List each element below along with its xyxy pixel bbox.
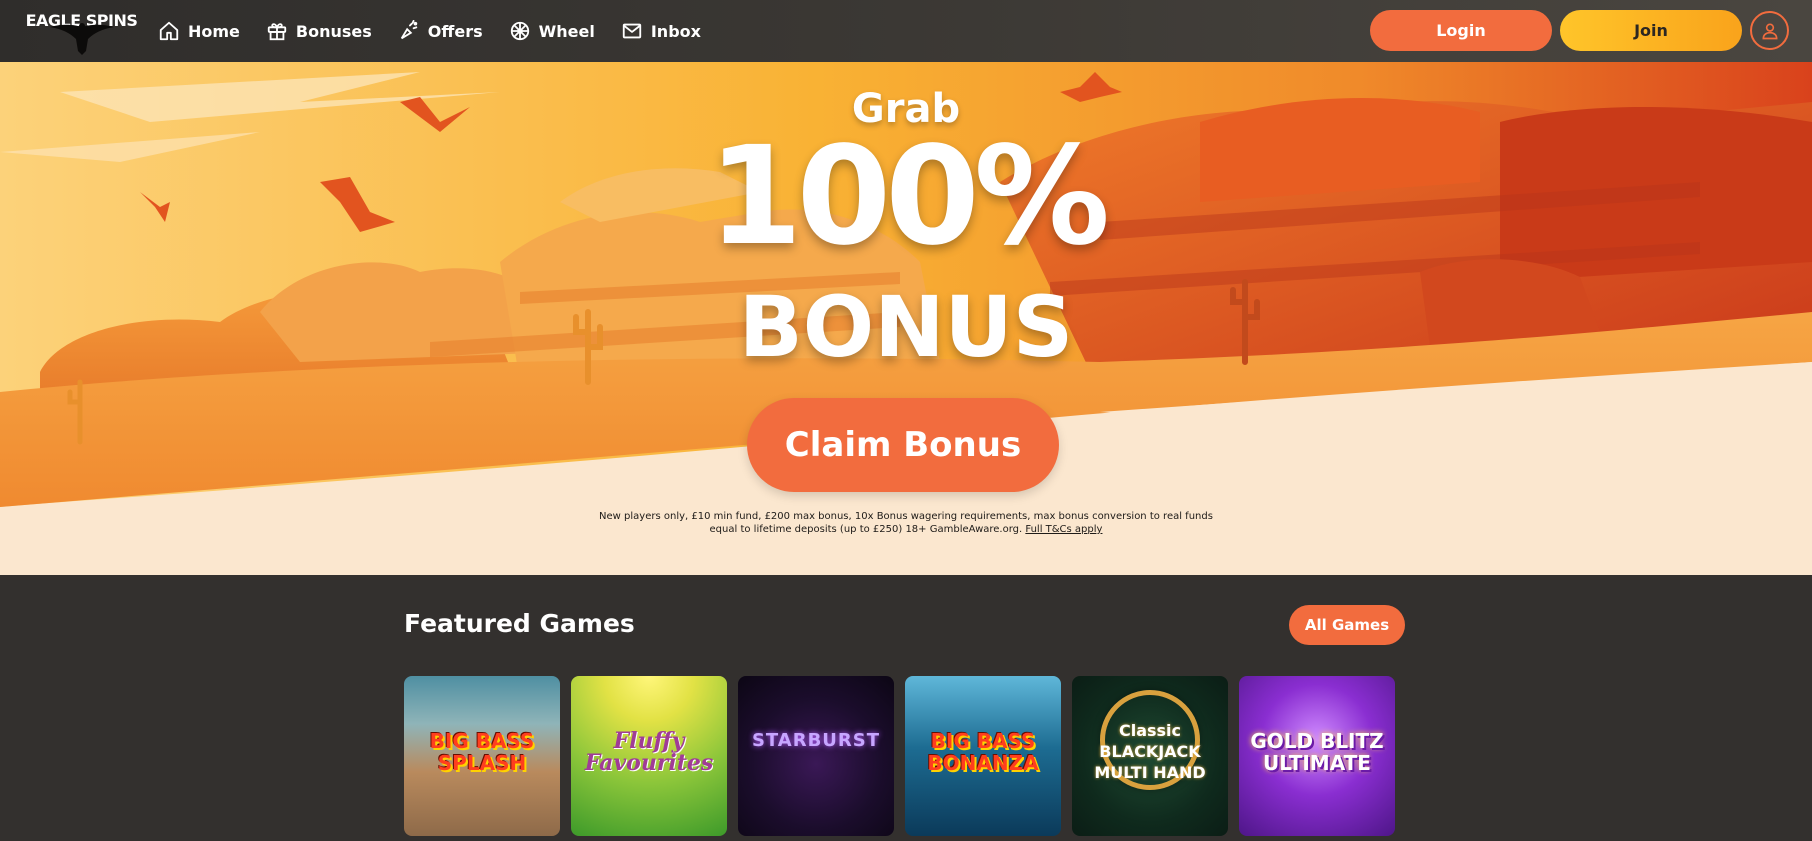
game-tile-big-bass-splash[interactable]: BIG BASS SPLASH [404, 676, 560, 836]
main-nav: Home Bonuses Offers Wheel Inbox [158, 0, 701, 62]
hero-banner: Grab 100% BONUS Claim Bonus New players … [0, 62, 1812, 575]
featured-games-heading: Featured Games [404, 609, 635, 638]
gift-icon [267, 23, 287, 41]
featured-games-row: BIG BASS SPLASH Fluffy Favourites STARBU… [404, 676, 1395, 836]
game-tile-classic-blackjack[interactable]: Classic BLACKJACK MULTI HAND [1072, 676, 1228, 836]
eagle-spins-logo[interactable]: EAGLE SPINS [18, 7, 145, 55]
wheel-icon [510, 21, 529, 41]
claim-bonus-button[interactable]: Claim Bonus [747, 398, 1059, 492]
nav-bonuses-label: Bonuses [295, 21, 372, 41]
nav-offers-label: Offers [427, 21, 483, 41]
game-title: STARBURST [751, 730, 881, 751]
game-title: BIG BASS BONANZA [927, 729, 1039, 775]
eagle-icon [50, 23, 114, 55]
login-button[interactable]: Login [1370, 10, 1552, 51]
mail-icon [622, 23, 642, 39]
user-icon [1761, 23, 1778, 39]
home-icon [159, 21, 179, 41]
hero-subheadline: BONUS [738, 278, 1074, 376]
terms-line-2: equal to lifetime deposits (up to £250) … [580, 523, 1232, 536]
all-games-button[interactable]: All Games [1289, 605, 1405, 645]
nav-wheel-label: Wheel [538, 21, 595, 41]
game-tile-fluffy-favourites[interactable]: Fluffy Favourites [571, 676, 727, 836]
terms-line-1: New players only, £10 min fund, £200 max… [599, 511, 1213, 522]
top-navigation-bar: EAGLE SPINS Home Bonuses Offers Wheel In… [0, 0, 1812, 62]
nav-home-label: Home [188, 21, 240, 41]
bonus-terms: New players only, £10 min fund, £200 max… [580, 510, 1232, 536]
nav-home[interactable]: Home [158, 20, 240, 42]
offers-icon [400, 20, 418, 40]
full-terms-link[interactable]: Full T&Cs apply [1025, 524, 1102, 535]
game-title: Fluffy Favourites [584, 728, 714, 776]
game-title: Classic BLACKJACK MULTI HAND [1094, 721, 1206, 782]
account-button[interactable] [1750, 11, 1789, 50]
game-tile-starburst[interactable]: STARBURST [738, 676, 894, 836]
game-title: GOLD BLITZ ULTIMATE [1250, 729, 1384, 775]
nav-wheel[interactable]: Wheel [509, 20, 595, 42]
nav-inbox[interactable]: Inbox [621, 20, 701, 42]
nav-bonuses[interactable]: Bonuses [266, 20, 372, 42]
join-button[interactable]: Join [1560, 10, 1742, 51]
game-title: BIG BASS SPLASH [429, 729, 535, 775]
game-tile-big-bass-bonanza[interactable]: BIG BASS BONANZA [905, 676, 1061, 836]
terms-line-2-text: equal to lifetime deposits (up to £250) … [709, 524, 1023, 535]
game-tile-gold-blitz-ultimate[interactable]: GOLD BLITZ ULTIMATE [1239, 676, 1395, 836]
nav-offers[interactable]: Offers [398, 20, 483, 42]
nav-inbox-label: Inbox [650, 21, 701, 41]
hero-headline: 100% [707, 118, 1110, 276]
